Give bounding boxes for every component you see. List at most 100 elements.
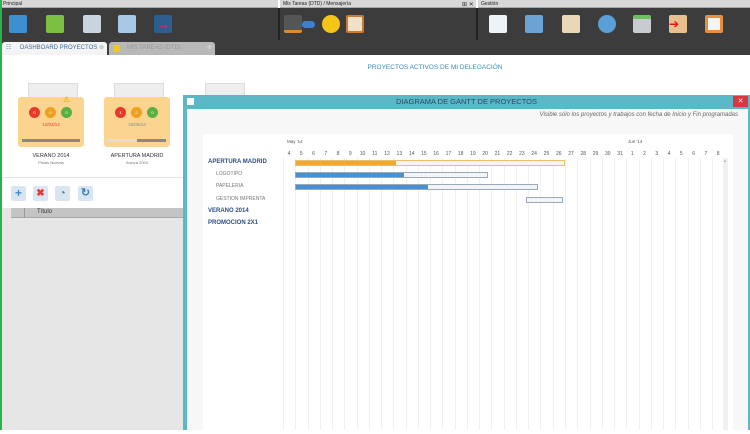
refresh-button[interactable]: ↻ [78,186,93,201]
gantt-row-label[interactable]: GESTION IMPRENTA [216,196,265,202]
mail-icon[interactable] [83,15,101,33]
gantt-gridline [417,158,419,430]
day-label: 30 [604,151,611,157]
folder-subtitle: Pistas Nuevas [38,160,64,165]
panel-gestion-header: Gestión [478,0,750,8]
gantt-row-label[interactable]: LOGOTIPO [216,171,242,177]
gantt-gridline [515,158,517,430]
add-button[interactable]: + [11,186,26,201]
day-label: 24 [531,151,537,157]
gantt-gridline [368,158,370,430]
select-column[interactable] [11,208,25,218]
day-label: 31 [617,151,623,157]
tab-dashboard-proyectos[interactable]: ☷ DASHBOARD PROYECTOS ⊗ [2,42,107,55]
dialog-note: Visible sólo los proyectos y trabajos co… [539,112,738,118]
day-label: 10 [359,151,366,157]
table-header: Título [11,208,183,218]
gantt-row-label[interactable]: PROMOCION 2X1 [208,220,258,226]
day-label: 11 [372,151,378,157]
gantt-gridline [687,158,689,430]
gantt-bar-progress [296,161,397,165]
key-icon[interactable] [46,15,64,33]
folder-icon[interactable] [562,15,580,33]
separator [476,8,478,40]
gantt-gridline [479,158,481,430]
tab-mis-tareas[interactable]: MIS TAREAS (DTD) ⊗ [109,42,215,55]
gantt-gridline [675,158,677,430]
gantt-gridline [491,158,493,430]
gantt-row-label[interactable]: APERTURA MADRID [208,159,267,165]
gantt-gridline [626,158,628,430]
dialog-title: DIAGRAMA DE GANTT DE PROYECTOS [396,97,537,106]
scrollbar[interactable]: ▲ [723,158,728,430]
gantt-gridline [601,158,603,430]
status-dot-green: 0 [147,107,158,118]
gantt-gridline [295,158,297,430]
report-icon[interactable] [489,15,507,33]
day-label: 22 [506,151,513,157]
clock-icon[interactable] [598,15,616,33]
users-icon[interactable] [525,15,543,33]
gantt-gridline [381,158,383,430]
status-dot-orange: 0 [45,107,56,118]
day-label: 15 [421,151,427,157]
chart-button[interactable]: ◔ [55,186,70,201]
project-table: Título [2,208,183,430]
document-icon[interactable] [705,15,723,33]
messages-badge-icon[interactable] [302,21,315,28]
gantt-gridline [442,158,444,430]
gantt-bar[interactable] [295,184,538,191]
gantt-bar[interactable] [295,172,488,179]
gantt-row-label[interactable]: VERANO 2014 [208,208,249,214]
day-label: 3 [655,151,659,157]
gantt-bar-progress [296,185,428,190]
export-icon[interactable]: ➔ [669,15,687,33]
gantt-gridline [454,158,456,430]
gantt-row-label[interactable]: PAPELERIA [216,183,243,189]
folder-title: VERANO 2014 [32,153,70,159]
day-label: 25 [543,151,550,157]
day-label: 18 [457,151,464,157]
gantt-gridline [638,158,640,430]
day-label: 27 [568,151,574,157]
day-label: 4 [667,151,671,157]
day-label: 8 [716,151,720,157]
tasks-tab-icon [113,45,120,52]
gantt-gridline [589,158,591,430]
chat-icon[interactable] [346,15,364,33]
gantt-gridline [319,158,321,430]
close-tab-icon[interactable]: ⊗ [99,42,104,55]
close-button[interactable]: ✕ [733,96,748,107]
status-icon[interactable] [322,15,340,33]
center-title: PROYECTOS ACTIVOS DE MI DELEGACIÓN [367,64,503,71]
gantt-bar[interactable] [525,196,563,203]
folder-icon: 1 2 0 26/05/14 [104,97,170,147]
gantt-gridline [430,158,432,430]
status-dot-red: 1 [115,107,126,118]
pin-icon[interactable]: ⊞ ✕ [462,1,474,8]
day-label: 5 [679,151,683,157]
day-label: 7 [324,151,328,157]
gantt-gridline [650,158,652,430]
column-title[interactable]: Título [37,209,52,215]
calculator-icon[interactable] [633,15,651,33]
day-label: 6 [692,151,695,157]
delete-button[interactable]: ✖ [33,186,48,201]
folder-title: APERTURA MADRID [110,153,164,159]
home-icon[interactable] [9,15,27,33]
gantt-gridline [466,158,468,430]
gantt-bar[interactable] [295,160,565,166]
contacts-icon[interactable] [118,15,136,33]
divider [2,177,183,178]
day-label: 6 [312,151,315,157]
close-tab-icon[interactable]: ⊗ [207,42,212,55]
grid-icon: ☷ [6,45,12,51]
day-label: 23 [519,151,525,157]
warning-icon: ⚠ [63,95,71,104]
gantt-gridline [405,158,407,430]
day-label: 26 [555,151,562,157]
folder-subtitle: Aurora 2000 [125,160,148,165]
logout-icon[interactable]: → [154,15,172,33]
gantt-bar-progress [296,173,405,178]
tasks-icon[interactable] [284,15,302,33]
